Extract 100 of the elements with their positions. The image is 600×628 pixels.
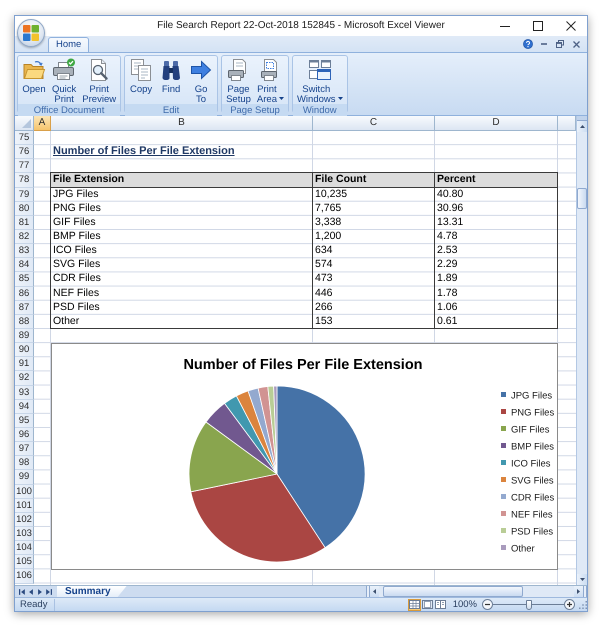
row-header[interactable]: 95 <box>15 414 34 428</box>
table-cell: 1,200 <box>313 230 435 244</box>
legend-label: PSD Files <box>511 526 554 538</box>
help-button[interactable] <box>520 37 536 51</box>
table-cell: NEF Files <box>50 286 313 301</box>
row-header[interactable]: 81 <box>15 216 34 230</box>
row-header[interactable]: 101 <box>15 498 34 513</box>
row-header[interactable]: 105 <box>15 555 34 570</box>
help-icon <box>523 39 533 49</box>
row-header[interactable]: 102 <box>15 512 34 527</box>
scroll-left-button[interactable] <box>370 586 379 597</box>
close-icon <box>572 40 580 48</box>
row-header[interactable]: 106 <box>15 569 34 584</box>
split-handle[interactable] <box>577 116 587 121</box>
ribbon-button[interactable]: Go To <box>186 58 216 104</box>
group-label: Window <box>292 104 347 117</box>
zoom-level: 100% <box>452 598 478 610</box>
row-header[interactable]: 76 <box>15 145 34 160</box>
row-header[interactable]: 85 <box>15 272 34 287</box>
table-cell: BMP Files <box>50 230 313 244</box>
page-layout-view-button[interactable] <box>420 598 434 610</box>
row-header[interactable]: 91 <box>15 357 34 372</box>
ribbon-button[interactable]: Copy <box>126 58 156 104</box>
scroll-up-button[interactable] <box>577 121 587 132</box>
table-cell: JPG Files <box>50 188 313 202</box>
ribbon-button[interactable]: Page Setup <box>223 58 254 104</box>
row-header[interactable]: 75 <box>15 131 34 146</box>
table-cell: PSD Files <box>50 300 313 315</box>
column-header[interactable]: D <box>435 116 558 131</box>
column-header[interactable]: B <box>51 116 313 131</box>
page-break-view-button[interactable] <box>434 598 447 610</box>
row-header[interactable]: 87 <box>15 300 34 315</box>
row-header[interactable]: 86 <box>15 286 34 301</box>
page-layout-icon <box>422 600 433 609</box>
split-handle[interactable] <box>366 586 370 597</box>
row-header[interactable]: 104 <box>15 541 34 556</box>
minimize-icon <box>541 43 547 45</box>
row-header[interactable]: 82 <box>15 230 34 244</box>
legend-label: ICO Files <box>511 458 551 470</box>
zoom-out-button[interactable] <box>482 599 493 610</box>
worksheet-grid[interactable] <box>34 131 576 585</box>
ribbon-button[interactable]: Find <box>156 58 186 104</box>
split-handle[interactable] <box>583 586 587 597</box>
up-triangle-icon <box>580 125 584 128</box>
ribbon-tab[interactable]: Home <box>48 37 90 52</box>
row-header[interactable]: 88 <box>15 314 34 329</box>
app-menu-button[interactable] <box>17 19 45 47</box>
row-header[interactable]: 79 <box>15 188 34 202</box>
row-header[interactable]: 100 <box>15 484 34 499</box>
ribbon-button[interactable]: Print Preview <box>79 58 120 104</box>
two-pages-icon <box>129 58 154 82</box>
row-header[interactable]: 99 <box>15 470 34 485</box>
vertical-scrollbar[interactable] <box>576 116 587 585</box>
row-header[interactable]: 78 <box>15 173 34 188</box>
legend-label: GIF Files <box>511 424 550 436</box>
row-header[interactable]: 83 <box>15 244 34 258</box>
table-cell: 0.61 <box>435 314 558 329</box>
row-header[interactable]: 84 <box>15 258 34 272</box>
column-header[interactable]: C <box>313 116 435 131</box>
right-arrow-icon <box>189 58 214 82</box>
row-header[interactable]: 93 <box>15 386 34 400</box>
scrollbar-thumb[interactable] <box>383 586 523 597</box>
table-cell: PNG Files <box>50 202 313 216</box>
row-header[interactable]: 103 <box>15 526 34 542</box>
row-header[interactable]: 94 <box>15 400 34 414</box>
ribbon-button[interactable]: Open <box>19 58 49 104</box>
zoom-slider-thumb[interactable] <box>526 600 532 610</box>
table-cell: 634 <box>313 244 435 258</box>
right-triangle-icon <box>577 589 580 594</box>
legend-label: CDR Files <box>511 492 554 504</box>
last-sheet-button[interactable] <box>44 586 53 597</box>
scroll-down-button[interactable] <box>577 574 587 585</box>
triangle-icon <box>22 119 31 128</box>
row-header[interactable]: 96 <box>15 428 34 442</box>
row-header[interactable]: 89 <box>15 328 34 344</box>
first-sheet-button[interactable] <box>17 586 26 597</box>
row-header[interactable]: 92 <box>15 371 34 386</box>
row-header[interactable]: 98 <box>15 456 34 470</box>
scroll-right-button[interactable] <box>574 586 583 597</box>
table-cell: SVG Files <box>50 258 313 272</box>
table-cell: 266 <box>313 300 435 315</box>
row-header[interactable]: 77 <box>15 159 34 174</box>
row-header[interactable]: 90 <box>15 343 34 358</box>
zoom-in-button[interactable] <box>564 599 575 610</box>
horizontal-scrollbar[interactable] <box>370 586 583 597</box>
ribbon-button[interactable]: Switch Windows <box>294 58 346 104</box>
window-title: File Search Report 22-Oct-2018 152845 - Microsoft Excel Viewer <box>157 20 445 32</box>
ribbon-button[interactable]: Print Area <box>254 58 287 104</box>
left-triangle-icon <box>28 588 34 594</box>
row-header[interactable]: 80 <box>15 202 34 216</box>
zoom-slider[interactable] <box>493 598 564 610</box>
scrollbar-thumb[interactable] <box>577 188 587 209</box>
normal-view-button[interactable] <box>408 598 421 610</box>
row-header[interactable]: 97 <box>15 442 34 456</box>
table-cell: GIF Files <box>50 216 313 230</box>
table-cell: 2.53 <box>435 244 558 258</box>
ribbon-button[interactable]: Quick Print <box>49 58 80 104</box>
sheet-tab[interactable]: Summary <box>57 586 127 597</box>
printer-check-icon <box>52 58 76 82</box>
column-header[interactable]: A <box>34 116 51 131</box>
